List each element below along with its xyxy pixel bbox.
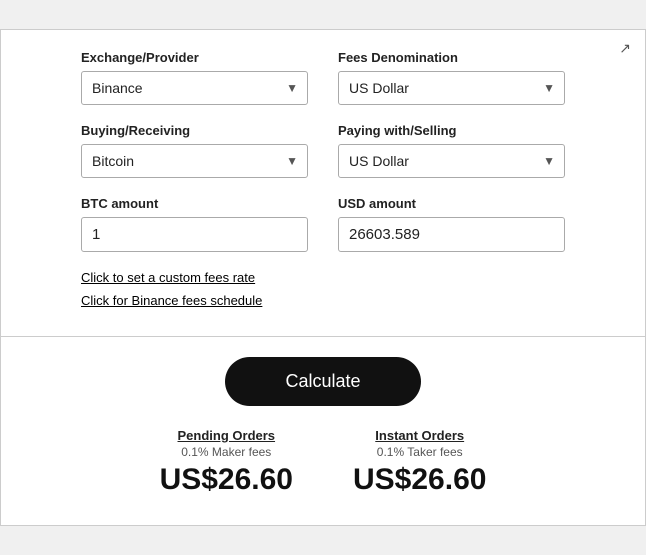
- buying-select-wrapper: Bitcoin Ethereum Litecoin ▼: [81, 144, 308, 178]
- instant-orders-label: Instant Orders: [375, 428, 464, 443]
- fees-denom-group: Fees Denomination US Dollar BTC EUR ▼: [338, 50, 565, 105]
- row-exchange-fees: Exchange/Provider Binance Coinbase Krake…: [81, 50, 565, 105]
- usd-amount-group: USD amount: [338, 196, 565, 252]
- instant-orders-result: Instant Orders 0.1% Taker fees US$26.60: [353, 428, 486, 497]
- btc-amount-label: BTC amount: [81, 196, 308, 211]
- fees-denom-label: Fees Denomination: [338, 50, 565, 65]
- paying-select-wrapper: US Dollar EUR GBP ▼: [338, 144, 565, 178]
- fees-denom-select-wrapper: US Dollar BTC EUR ▼: [338, 71, 565, 105]
- bottom-section: Calculate Pending Orders 0.1% Maker fees…: [1, 337, 645, 525]
- exchange-label: Exchange/Provider: [81, 50, 308, 65]
- pending-orders-value: US$26.60: [160, 463, 293, 497]
- calculator-container: ↗ Exchange/Provider Binance Coinbase Kra…: [0, 29, 646, 526]
- paying-group: Paying with/Selling US Dollar EUR GBP ▼: [338, 123, 565, 178]
- instant-orders-sublabel: 0.1% Taker fees: [377, 445, 463, 459]
- external-link-icon[interactable]: ↗: [619, 40, 631, 57]
- custom-fees-link[interactable]: Click to set a custom fees rate: [81, 270, 565, 285]
- usd-amount-input[interactable]: [338, 217, 565, 252]
- row-amounts: BTC amount USD amount: [81, 196, 565, 252]
- buying-select[interactable]: Bitcoin Ethereum Litecoin: [81, 144, 308, 178]
- btc-amount-input[interactable]: [81, 217, 308, 252]
- paying-label: Paying with/Selling: [338, 123, 565, 138]
- pending-orders-result: Pending Orders 0.1% Maker fees US$26.60: [160, 428, 293, 497]
- results-row: Pending Orders 0.1% Maker fees US$26.60 …: [81, 428, 565, 497]
- top-section: ↗ Exchange/Provider Binance Coinbase Kra…: [1, 30, 645, 337]
- fees-schedule-link[interactable]: Click for Binance fees schedule: [81, 293, 565, 308]
- pending-orders-sublabel: 0.1% Maker fees: [181, 445, 271, 459]
- calculate-button[interactable]: Calculate: [225, 357, 420, 406]
- buying-label: Buying/Receiving: [81, 123, 308, 138]
- paying-select[interactable]: US Dollar EUR GBP: [338, 144, 565, 178]
- fees-denom-select[interactable]: US Dollar BTC EUR: [338, 71, 565, 105]
- instant-orders-value: US$26.60: [353, 463, 486, 497]
- buying-group: Buying/Receiving Bitcoin Ethereum Liteco…: [81, 123, 308, 178]
- links-section: Click to set a custom fees rate Click fo…: [81, 270, 565, 308]
- exchange-select[interactable]: Binance Coinbase Kraken: [81, 71, 308, 105]
- btc-amount-group: BTC amount: [81, 196, 308, 252]
- pending-orders-label: Pending Orders: [178, 428, 276, 443]
- exchange-group: Exchange/Provider Binance Coinbase Krake…: [81, 50, 308, 105]
- usd-amount-label: USD amount: [338, 196, 565, 211]
- exchange-select-wrapper: Binance Coinbase Kraken ▼: [81, 71, 308, 105]
- row-buying-paying: Buying/Receiving Bitcoin Ethereum Liteco…: [81, 123, 565, 178]
